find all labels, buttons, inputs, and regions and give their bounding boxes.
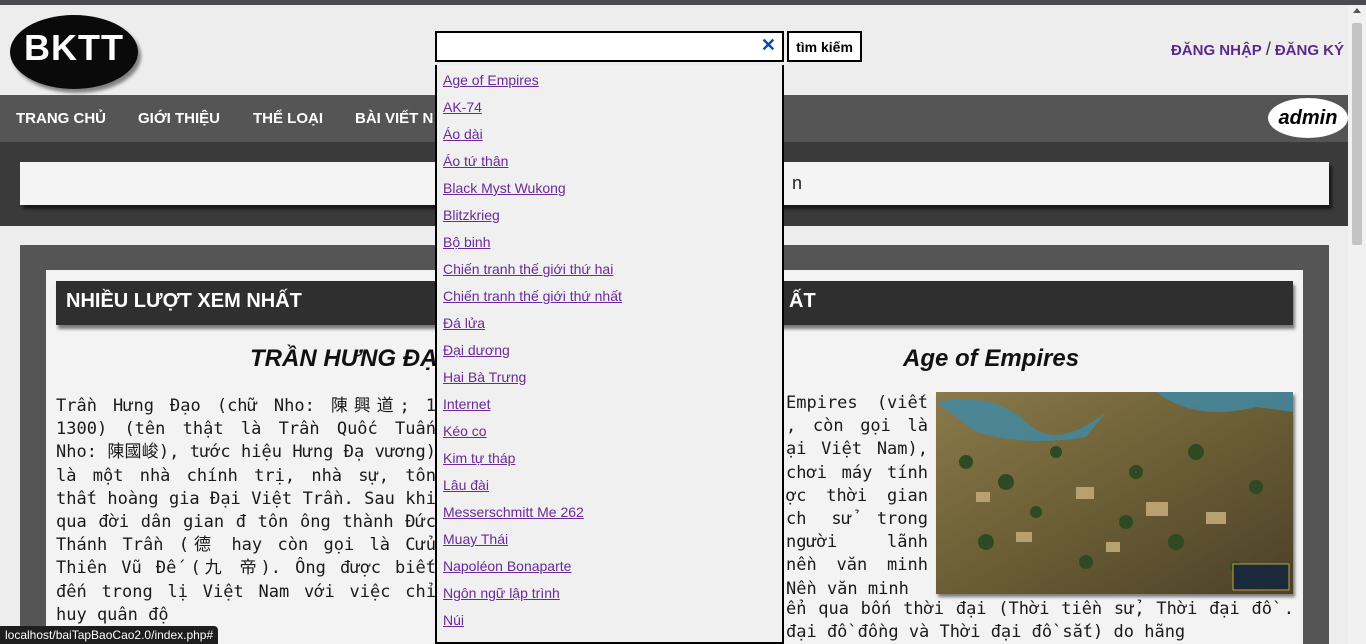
article-image-age-of-empires[interactable] [936, 392, 1293, 594]
suggestion-item[interactable]: Lâu đài [437, 470, 782, 497]
search-button[interactable]: tìm kiếm [787, 31, 862, 62]
suggestion-item[interactable]: Đại dương [437, 335, 782, 362]
suggestion-item[interactable]: Napoléon Bonaparte [437, 551, 782, 578]
page-scrollbar[interactable] [1348, 5, 1366, 644]
suggestion-item[interactable]: AK-74 [437, 92, 782, 119]
suggestion-item[interactable]: S [437, 632, 782, 642]
auth-links: ĐĂNG NHẬP / ĐĂNG KÝ [1171, 39, 1344, 60]
nav-about[interactable]: GIỚI THIỆU [138, 110, 220, 127]
search-suggestions: Age of Empires AK-74 Áo dài Áo tứ thân Black… [435, 65, 784, 644]
suggestion-item[interactable]: Blitzkrieg [437, 200, 782, 227]
section-title-right: ẤT [789, 290, 816, 312]
site-logo[interactable]: BKTT [10, 15, 138, 89]
game-screenshot-image [936, 392, 1293, 594]
suggestion-item[interactable]: Hai Bà Trưng [437, 362, 782, 389]
suggestion-item[interactable]: Kéo co [437, 416, 782, 443]
login-link[interactable]: ĐĂNG NHẬP [1171, 42, 1262, 59]
article-title-left[interactable]: TRẦN HƯNG ĐẠ [250, 345, 437, 373]
nav-articles[interactable]: BÀI VIẾT N [355, 110, 433, 127]
suggestion-item[interactable]: Chiến tranh thế giới thứ hai [437, 254, 782, 281]
slogan-text: n [792, 173, 803, 193]
suggestion-item[interactable]: Muay Thái [437, 524, 782, 551]
suggestion-item[interactable]: Black Myst Wukong [437, 173, 782, 200]
article-body-left: Trần Hưng Đạo (chữ Nho: 陳興道; 1 1300) (tê… [56, 396, 436, 625]
suggestion-item[interactable]: Age of Empires [437, 65, 782, 92]
suggestion-item[interactable]: Áo tứ thân [437, 146, 782, 173]
article-title-right[interactable]: Age of Empires [903, 345, 1079, 373]
auth-separator: / [1265, 39, 1271, 59]
nav-categories[interactable]: THỂ LOẠI [253, 110, 323, 127]
status-bar-url: localhost/baiTapBaoCao2.0/index.php# [0, 626, 219, 644]
suggestion-item[interactable]: Ngôn ngữ lập trình [437, 578, 782, 605]
scrollbar-thumb[interactable] [1352, 23, 1362, 245]
search-input[interactable]: ✕ [435, 31, 784, 62]
article-body-right-continued: ển qua bốn thời đại (Thời tiền sử, Thời … [786, 599, 1294, 643]
chevron-up-icon[interactable] [1353, 8, 1361, 13]
article-body-right: Empires (viết , còn gọi là ại Việt Nam),… [786, 393, 928, 599]
suggestion-item[interactable]: Messerschmitt Me 262 [437, 497, 782, 524]
suggestion-item[interactable]: Bộ binh [437, 227, 782, 254]
section-title-most-viewed: NHIỀU LƯỢT XEM NHẤT [66, 290, 302, 312]
suggestion-item[interactable]: Chiến tranh thế giới thứ nhất [437, 281, 782, 308]
suggestion-item[interactable]: Núi [437, 605, 782, 632]
user-badge[interactable]: admin [1268, 98, 1348, 138]
suggestion-item[interactable]: Đá lửa [437, 308, 782, 335]
nav-home[interactable]: TRANG CHỦ [16, 110, 106, 127]
register-link[interactable]: ĐĂNG KÝ [1275, 42, 1344, 59]
close-icon[interactable]: ✕ [761, 35, 776, 56]
suggestion-item[interactable]: Internet [437, 389, 782, 416]
suggestion-item[interactable]: Kim tự tháp [437, 443, 782, 470]
suggestion-item[interactable]: Áo dài [437, 119, 782, 146]
